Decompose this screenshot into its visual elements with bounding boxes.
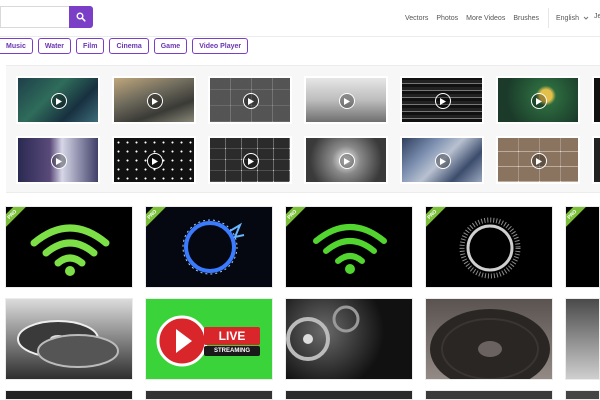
wifi-icon (313, 224, 387, 274)
thumbnail[interactable] (16, 76, 100, 124)
top-bar: Vectors Photos More Videos Brushes Engli… (0, 0, 600, 37)
live-label: LIVE (218, 329, 246, 343)
stock-video-card[interactable]: LIVE STREAMING (145, 298, 273, 380)
stock-video-card[interactable] (145, 390, 273, 400)
play-icon (51, 153, 67, 169)
play-icon (339, 93, 355, 109)
nav-more-videos[interactable]: More Videos (466, 15, 505, 22)
play-icon (339, 153, 355, 169)
thumbnail[interactable] (208, 136, 292, 184)
thumbnail[interactable] (400, 76, 484, 124)
nav-divider (548, 8, 549, 28)
thumbnail[interactable] (592, 136, 600, 184)
stock-video-card[interactable] (565, 298, 600, 380)
vinyl-record-icon (430, 309, 550, 379)
wifi-icon (30, 224, 110, 276)
account-menu[interactable]: Je (594, 13, 600, 20)
play-icon (147, 93, 163, 109)
tag-water[interactable]: Water (37, 38, 72, 54)
tag-film[interactable]: Film (76, 38, 105, 54)
thumbnail[interactable] (16, 136, 100, 184)
tag-video-player[interactable]: Video Player (192, 38, 249, 54)
cd-disc-icon (17, 320, 119, 368)
search-input[interactable] (0, 6, 70, 28)
thumbnail[interactable] (112, 76, 196, 124)
play-icon (435, 93, 451, 109)
stock-video-card[interactable] (285, 390, 413, 400)
stock-video-card[interactable] (5, 298, 133, 380)
pro-badge: PRO (566, 207, 589, 232)
stock-video-card[interactable] (285, 298, 413, 380)
thumbnail[interactable] (304, 76, 388, 124)
nav-vectors[interactable]: Vectors (405, 15, 428, 22)
thumbnail[interactable] (208, 76, 292, 124)
stock-video-card[interactable]: PRO (145, 206, 273, 288)
tag-music[interactable]: Music (0, 38, 33, 54)
audio-ring-icon (182, 219, 245, 275)
play-icon (531, 93, 547, 109)
play-icon (531, 153, 547, 169)
stock-video-card[interactable] (5, 390, 133, 400)
stock-video-card[interactable] (425, 298, 553, 380)
language-label: English (556, 14, 579, 22)
nav-brushes[interactable]: Brushes (513, 15, 539, 22)
chevron-down-icon (583, 16, 589, 20)
thumbnail[interactable] (112, 136, 196, 184)
thumbnail[interactable] (496, 76, 580, 124)
stock-video-card[interactable]: PRO (425, 206, 553, 288)
streaming-label: STREAMING (214, 348, 250, 354)
tag-game[interactable]: Game (153, 38, 188, 54)
play-icon (435, 153, 451, 169)
stock-video-card[interactable]: PRO (285, 206, 413, 288)
stock-video-card[interactable]: PRO (565, 206, 600, 288)
tag-cinema[interactable]: Cinema (109, 38, 149, 54)
search-button[interactable] (69, 6, 93, 28)
main-nav: Vectors Photos More Videos Brushes (405, 0, 547, 36)
thumbnail[interactable] (400, 136, 484, 184)
thumbnail[interactable] (496, 136, 580, 184)
stock-video-card[interactable] (565, 390, 600, 400)
play-icon (51, 93, 67, 109)
play-icon (243, 153, 259, 169)
tag-bar: Music Water Film Cinema Game Video Playe… (0, 38, 249, 58)
play-icon (147, 153, 163, 169)
thumbnail[interactable] (304, 136, 388, 184)
stock-video-card[interactable]: PRO (5, 206, 133, 288)
audio-ring-icon (459, 217, 521, 279)
search-icon (76, 12, 86, 22)
nav-photos[interactable]: Photos (436, 15, 458, 22)
thumbnail[interactable] (592, 76, 600, 124)
stock-video-card[interactable] (425, 390, 553, 400)
language-selector[interactable]: English (556, 0, 589, 36)
film-projector-icon (286, 305, 360, 361)
play-icon (243, 93, 259, 109)
related-videos-panel (6, 65, 600, 193)
